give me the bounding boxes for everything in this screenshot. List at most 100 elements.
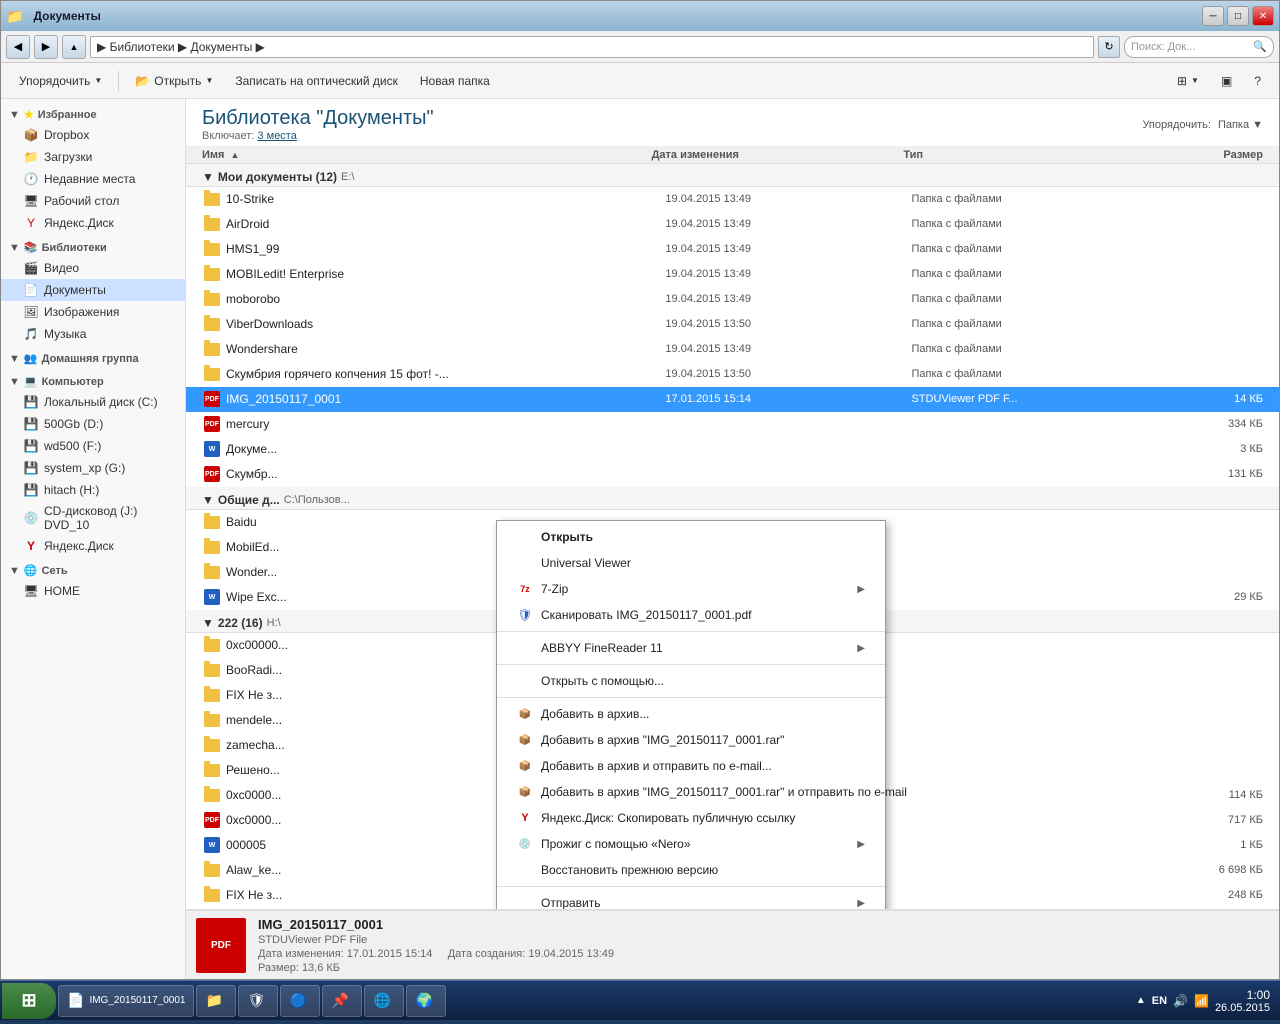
sidebar-item-downloads[interactable]: 📁 Загрузки [1,146,185,168]
sidebar-item-cdrom[interactable]: 💿 CD-дисковод (J:) DVD_10 [1,501,185,535]
ctx-send[interactable]: Отправить ▶ [497,890,885,909]
sidebar-item-disk500[interactable]: 💾 500Gb (D:) [1,413,185,435]
folder-icon [202,239,222,259]
organize-button[interactable]: Упорядочить ▼ [9,67,112,95]
yandex-disk-icon: Y [23,215,39,231]
sidebar-item-images[interactable]: 🖼 Изображения [1,301,185,323]
file-row-docume[interactable]: W Докуме... 3 КБ [186,437,1279,462]
ctx-restore[interactable]: Восстановить прежнюю версию [497,857,885,883]
ctx-nero[interactable]: 💿 Прожиг с помощью «Nero» ▶ [497,831,885,857]
search-box[interactable]: Поиск: Док... 🔍 [1124,36,1274,58]
sidebar-item-yandex[interactable]: Y Яндекс.Диск [1,212,185,234]
ctx-open[interactable]: Открыть [497,524,885,550]
ctx-universal-viewer[interactable]: Universal Viewer [497,550,885,576]
sidebar-section-favorites-header[interactable]: ▼ ★ Избранное [1,105,185,124]
taskbar-item-app5[interactable]: 🌍 [406,985,446,1017]
file-row-img-pdf[interactable]: PDF IMG_20150117_0001 17.01.2015 15:14 S… [186,387,1279,412]
sidebar-item-yandex2[interactable]: Y Яндекс.Диск [1,535,185,557]
sidebar-section-libraries-header[interactable]: ▼ 📚 Библиотеки [1,238,185,257]
file-row-airdroid[interactable]: AirDroid 19.04.2015 13:49 Папка с файлам… [186,212,1279,237]
taskbar-item-avast[interactable]: 🛡 [238,985,278,1017]
forward-button[interactable]: ▶ [34,35,58,59]
ctx-addarchemail[interactable]: 📦 Добавить в архив и отправить по e-mail… [497,753,885,779]
tray-arrow-icon[interactable]: ▲ [1136,995,1146,1006]
refresh-button[interactable]: ↻ [1098,36,1120,58]
group-common-collapse-icon: ▼ [202,493,214,507]
main-panel: Библиотека "Документы" Включает: 3 места… [186,99,1279,979]
maximize-button[interactable]: □ [1227,6,1249,26]
library-includes-link[interactable]: 3 места [257,130,296,142]
explorer-icon: 📁 [205,992,222,1009]
views-button[interactable]: ⊞ ▼ [1167,67,1209,95]
sidebar-section-homegroup-header[interactable]: ▼ 👥 Домашняя группа [1,349,185,368]
taskbar-item-chrome[interactable]: 🌐 [364,985,404,1017]
group-header-my-docs[interactable]: ▼ Мои документы (12) E:\ [186,164,1279,187]
file-row-moborobo[interactable]: moborobo 19.04.2015 13:49 Папка с файлам… [186,287,1279,312]
homegroup-collapse-icon: ▼ [9,353,20,365]
minimize-button[interactable]: ─ [1202,6,1224,26]
sidebar-item-recent[interactable]: 🕐 Недавние места [1,168,185,190]
sidebar-section-network-header[interactable]: ▼ 🌐 Сеть [1,561,185,580]
taskbar-item-app4[interactable]: 📌 [322,985,362,1017]
back-button[interactable]: ◀ [6,35,30,59]
favorites-star-icon: ★ [24,108,34,121]
file-row-10strike[interactable]: 10-Strike 19.04.2015 13:49 Папка с файла… [186,187,1279,212]
file-row-mercury[interactable]: PDF mercury 334 КБ [186,412,1279,437]
open-button[interactable]: 📂 Открыть ▼ [125,67,223,95]
col-header-type[interactable]: Тип [903,149,1119,161]
col-header-name[interactable]: Имя ▲ [202,149,652,161]
file-row-mobi[interactable]: MOBILedit! Enterprise 19.04.2015 13:49 П… [186,262,1279,287]
sidebar-item-diskwd[interactable]: 💾 wd500 (F:) [1,435,185,457]
tray-volume-icon[interactable]: 🔊 [1173,994,1188,1008]
sidebar-section-network: ▼ 🌐 Сеть 🖥 HOME [1,561,185,602]
start-button[interactable]: ⊞ [2,983,56,1019]
folder-icon-hex1 [202,635,222,655]
file-row-viber[interactable]: ViberDownloads 19.04.2015 13:50 Папка с … [186,312,1279,337]
col-header-date[interactable]: Дата изменения [652,149,904,161]
ctx-addarch[interactable]: 📦 Добавить в архив... [497,701,885,727]
folder-icon [202,264,222,284]
open-icon: 📂 [135,74,150,88]
sidebar-item-dropbox[interactable]: 📦 Dropbox [1,124,185,146]
tray-lang[interactable]: EN [1152,995,1167,1007]
sidebar-item-music[interactable]: 🎵 Музыка [1,323,185,345]
new-folder-button[interactable]: Новая папка [410,67,500,95]
sidebar-item-desktop[interactable]: 🖥 Рабочий стол [1,190,185,212]
close-button[interactable]: ✕ [1252,6,1274,26]
ctx-scan[interactable]: 🛡 Сканировать IMG_20150117_0001.pdf [497,602,885,628]
file-row-skvmbria[interactable]: Скумбрия горячего копчения 15 фот! -... … [186,362,1279,387]
folder-icon-mobiled [202,537,222,557]
sidebar-item-home[interactable]: 🖥 HOME [1,580,185,602]
disksys-icon: 💾 [23,460,39,476]
file-row-wondershare[interactable]: Wondershare 19.04.2015 13:49 Папка с фай… [186,337,1279,362]
ctx-openwith[interactable]: Открыть с помощью... [497,668,885,694]
burn-button[interactable]: Записать на оптический диск [225,67,408,95]
ctx-abbyy[interactable]: ABBYY FineReader 11 ▶ [497,635,885,661]
help-button[interactable]: ? [1244,67,1271,95]
preview-button[interactable]: ▣ [1211,67,1242,95]
taskbar-item-app3[interactable]: 🔵 [280,985,320,1017]
ctx-7zip[interactable]: 7z 7-Zip ▶ [497,576,885,602]
up-button[interactable]: ▲ [62,35,86,59]
sidebar-item-documents[interactable]: 📄 Документы [1,279,185,301]
tray-network-icon[interactable]: 📶 [1194,994,1209,1008]
column-header: Имя ▲ Дата изменения Тип Размер [186,147,1279,164]
taskbar-item-explorer[interactable]: 📁 [196,985,236,1017]
sidebar-item-video[interactable]: 🎬 Видео [1,257,185,279]
sidebar-item-diskc[interactable]: 💾 Локальный диск (C:) [1,391,185,413]
sidebar-item-diskh[interactable]: 💾 hitach (H:) [1,479,185,501]
folder-icon [202,339,222,359]
taskbar-item-pdf[interactable]: 📄 IMG_20150117_0001 [58,985,194,1017]
sidebar-item-disksys[interactable]: 💾 system_xp (G:) [1,457,185,479]
ctx-yandexlink[interactable]: Y Яндекс.Диск: Скопировать публичную ссы… [497,805,885,831]
group-header-common-docs[interactable]: ▼ Общие д... C:\Пользов... [186,487,1279,510]
file-row-skvmbr2[interactable]: PDF Скумбр... 131 КБ [186,462,1279,487]
col-header-size[interactable]: Размер [1119,149,1263,161]
arrange-button[interactable]: Упорядочить: Папка ▼ [1142,119,1263,131]
ctx-addrar[interactable]: 📦 Добавить в архив "IMG_20150117_0001.ra… [497,727,885,753]
file-row-hms[interactable]: HMS1_99 19.04.2015 13:49 Папка с файлами [186,237,1279,262]
system-clock[interactable]: 1:00 26.05.2015 [1215,988,1270,1014]
address-path[interactable]: ▶ Библиотеки ▶ Документы ▶ [90,36,1094,58]
ctx-addraremail[interactable]: 📦 Добавить в архив "IMG_20150117_0001.ra… [497,779,885,805]
sidebar-section-computer-header[interactable]: ▼ 💻 Компьютер [1,372,185,391]
